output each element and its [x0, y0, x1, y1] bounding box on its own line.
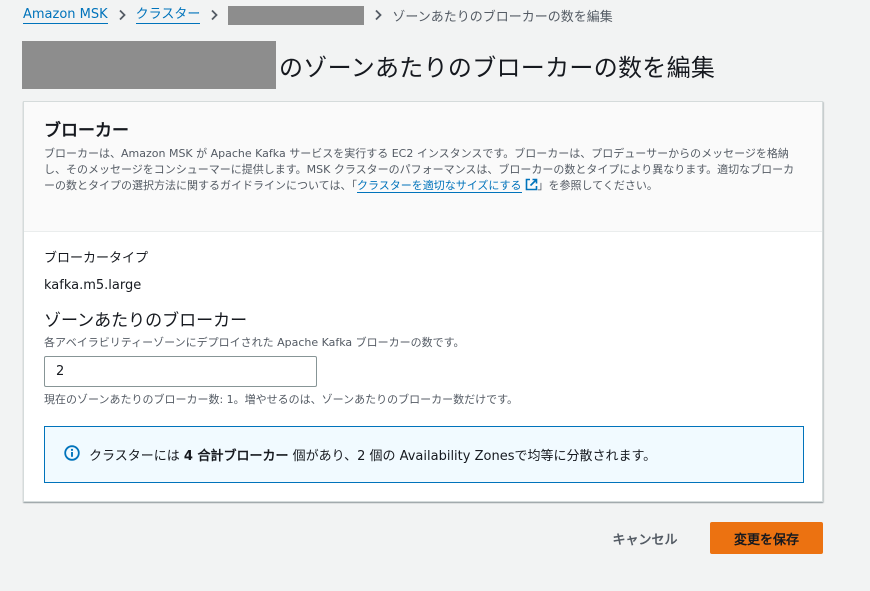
chevron-right-icon	[372, 9, 384, 21]
breadcrumb: Amazon MSK クラスター ゾーンあたりのブローカーの数を編集	[23, 4, 613, 26]
broker-panel-description: ブローカーは、Amazon MSK が Apache Kafka サービスを実行…	[44, 146, 804, 196]
info-alert-text: クラスターには 4 合計ブローカー 個があり、2 個の Availability…	[89, 445, 656, 464]
brokers-per-zone-note: 現在のゾーンあたりのブローカー数: 1。増やせるのは、ゾーンあたりのブローカー数…	[44, 393, 518, 406]
description-text-end: 」を参照してください。	[537, 179, 658, 192]
info-text-after: 個があり、2 個の Availability Zonesで均等に分散されます。	[288, 449, 657, 464]
broker-panel-header: ブローカー ブローカーは、Amazon MSK が Apache Kafka サ…	[24, 102, 822, 232]
broker-type-label: ブローカータイプ	[44, 251, 149, 266]
chevron-right-icon	[208, 9, 220, 21]
chevron-right-icon	[116, 9, 128, 21]
brokers-per-zone-hint: 各アベイラビリティーゾーンにデプロイされた Apache Kafka ブローカー…	[44, 336, 465, 349]
info-alert: クラスターには 4 合計ブローカー 個があり、2 個の Availability…	[44, 426, 804, 483]
brokers-per-zone-label: ゾーンあたりのブローカー	[44, 311, 248, 331]
info-text-before: クラスターには	[89, 449, 184, 464]
right-size-cluster-link[interactable]: クラスターを適切なサイズにする	[356, 179, 522, 193]
external-link-icon[interactable]	[525, 178, 538, 196]
brokers-per-zone-input[interactable]	[44, 356, 317, 387]
breadcrumb-current-page: ゾーンあたりのブローカーの数を編集	[392, 9, 613, 25]
cluster-name-redacted	[22, 41, 276, 89]
breadcrumb-amazon-msk-link[interactable]: Amazon MSK	[23, 6, 108, 24]
broker-panel: ブローカー ブローカーは、Amazon MSK が Apache Kafka サ…	[23, 101, 823, 502]
breadcrumb-cluster-name-redacted[interactable]	[228, 5, 365, 25]
breadcrumb-clusters-link[interactable]: クラスター	[135, 6, 201, 24]
broker-panel-heading: ブローカー	[44, 121, 129, 141]
page-title-text: のゾーンあたりのブローカーの数を編集	[279, 53, 716, 82]
cancel-button[interactable]: キャンセル	[600, 522, 690, 554]
broker-type-value: kafka.m5.large	[44, 278, 142, 293]
broker-panel-body: ブローカータイプ kafka.m5.large ゾーンあたりのブローカー 各アベ…	[24, 232, 822, 501]
save-changes-button[interactable]: 変更を保存	[710, 522, 823, 554]
page-title: のゾーンあたりのブローカーの数を編集	[22, 41, 715, 89]
info-circle-icon	[64, 444, 80, 465]
info-total-brokers: 4 合計ブローカー	[183, 449, 289, 464]
